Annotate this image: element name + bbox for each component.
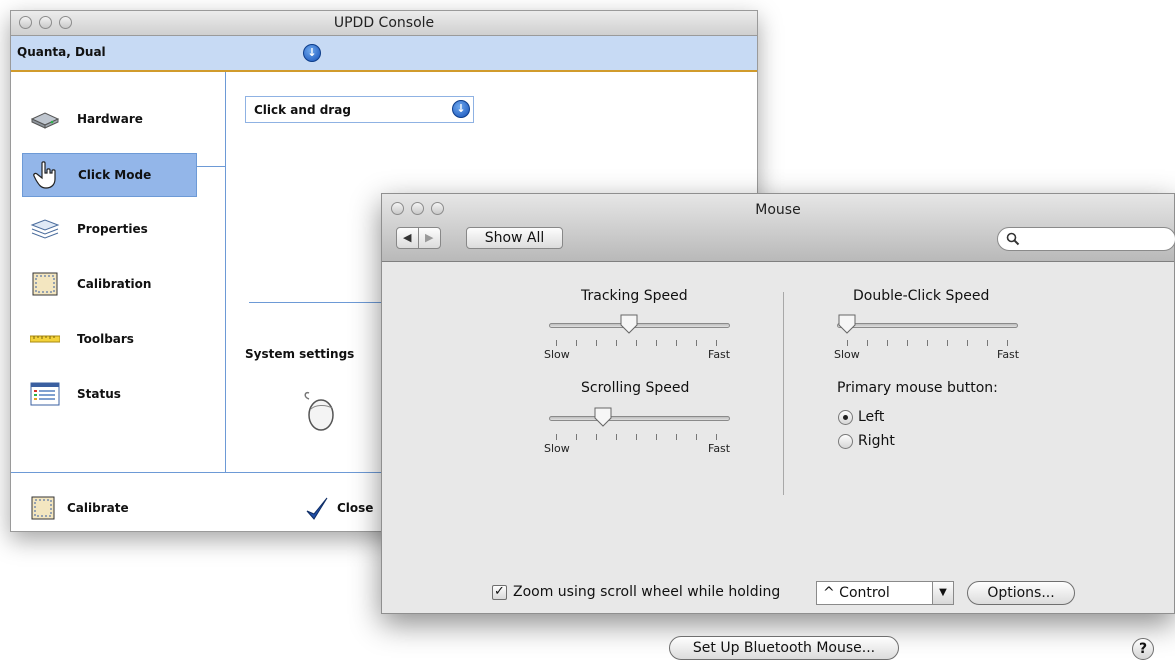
- tracking-ticks: [556, 340, 717, 348]
- scrolling-speed-thumb[interactable]: [594, 407, 612, 427]
- sidebar-item-label: Toolbars: [77, 332, 134, 346]
- sidebar-item-toolbars[interactable]: Toolbars: [22, 318, 197, 362]
- sidebar-item-calibration[interactable]: Calibration: [22, 263, 197, 307]
- system-settings-label: System settings: [245, 347, 355, 361]
- double-click-ticks: [847, 340, 1008, 348]
- double-click-speed-label: Double-Click Speed: [853, 288, 990, 304]
- column-divider: [783, 292, 784, 495]
- primary-button-label: Primary mouse button:: [837, 380, 998, 396]
- mouse-toolbar: Mouse ◀ ▶ Show All: [382, 194, 1175, 262]
- forward-arrow-icon: ▶: [425, 231, 434, 244]
- radio-left-label[interactable]: Left: [858, 409, 884, 425]
- mouse-settings-panel: Tracking Speed Slow Fast Scrolling Speed…: [382, 262, 1174, 660]
- updd-titlebar: UPDD Console: [11, 11, 757, 36]
- search-icon: [1006, 232, 1020, 246]
- mouse-icon[interactable]: [299, 389, 339, 433]
- zoom-modifier-select[interactable]: ^ Control ▼: [816, 581, 954, 605]
- sidebar-item-label: Calibration: [77, 277, 152, 291]
- radio-left[interactable]: [838, 410, 853, 425]
- help-button[interactable]: ?: [1132, 638, 1154, 660]
- click-mode-dropdown[interactable]: Click and drag ↓: [245, 96, 474, 123]
- tracking-fast-label: Fast: [708, 348, 731, 361]
- close-button[interactable]: Close: [305, 496, 385, 522]
- sidebar-item-status[interactable]: Status: [22, 373, 197, 417]
- window-title: Mouse: [755, 202, 801, 218]
- scrolling-speed-label: Scrolling Speed: [581, 380, 690, 396]
- ruler-icon: [30, 335, 60, 343]
- window-title: UPDD Console: [333, 15, 435, 31]
- double-click-fast-label: Fast: [997, 348, 1020, 361]
- tracking-speed-label: Tracking Speed: [581, 288, 688, 304]
- scrolling-speed-slider[interactable]: [549, 416, 730, 421]
- show-all-button[interactable]: Show All: [466, 227, 563, 249]
- selection-connector: [197, 166, 226, 167]
- calibrate-label: Calibrate: [67, 501, 129, 515]
- updd-sidebar: Hardware Click Mode Properties Calibrati…: [11, 72, 226, 472]
- zoom-modifier-value: ^ Control: [823, 585, 890, 601]
- back-button[interactable]: ◀: [396, 227, 419, 249]
- sidebar-item-hardware[interactable]: Hardware: [22, 98, 197, 142]
- set-up-bluetooth-mouse-button[interactable]: Set Up Bluetooth Mouse...: [669, 636, 899, 660]
- device-name: Quanta, Dual: [17, 45, 106, 59]
- scrolling-ticks: [556, 434, 717, 442]
- close-label: Close: [337, 501, 374, 515]
- sidebar-item-click-mode[interactable]: Click Mode: [22, 153, 197, 197]
- tracking-speed-slider[interactable]: [549, 323, 730, 328]
- mouse-preferences-window: Mouse ◀ ▶ Show All Tracking Speed Slow F…: [381, 193, 1175, 660]
- sidebar-item-properties[interactable]: Properties: [22, 208, 197, 252]
- back-arrow-icon: ◀: [403, 231, 412, 244]
- chevron-down-icon[interactable]: ↓: [303, 44, 321, 62]
- double-click-slow-label: Slow: [834, 348, 860, 361]
- zoom-label: Zoom using scroll wheel while holding: [513, 584, 781, 600]
- sidebar-item-label: Hardware: [77, 112, 143, 126]
- device-selector[interactable]: Quanta, Dual ↓: [11, 36, 757, 72]
- double-click-speed-thumb[interactable]: [838, 314, 856, 334]
- sidebar-item-label: Click Mode: [78, 168, 152, 182]
- divider: [249, 302, 389, 303]
- status-list-icon: [30, 382, 60, 406]
- hand-pointer-icon: [33, 161, 56, 189]
- calibration-icon: [32, 272, 58, 296]
- click-mode-value: Click and drag: [254, 103, 351, 117]
- hardware-icon: [30, 112, 60, 129]
- chevron-down-icon: ▼: [932, 582, 953, 604]
- tracking-slow-label: Slow: [544, 348, 570, 361]
- calibrate-button[interactable]: Calibrate: [31, 496, 151, 522]
- sidebar-item-label: Status: [77, 387, 121, 401]
- sidebar-item-label: Properties: [77, 222, 148, 236]
- options-button[interactable]: Options...: [967, 581, 1075, 605]
- double-click-speed-slider[interactable]: [837, 323, 1018, 328]
- calibration-icon: [31, 496, 55, 520]
- zoom-checkbox[interactable]: ✓: [492, 585, 507, 600]
- chevron-down-icon[interactable]: ↓: [452, 100, 470, 118]
- tracking-speed-thumb[interactable]: [620, 314, 638, 334]
- scrolling-fast-label: Fast: [708, 442, 731, 455]
- search-input[interactable]: [1022, 230, 1166, 250]
- layers-icon: [30, 219, 60, 239]
- radio-right-label[interactable]: Right: [858, 433, 895, 449]
- checkmark-icon: [306, 497, 328, 520]
- scrolling-slow-label: Slow: [544, 442, 570, 455]
- search-field[interactable]: [997, 227, 1175, 251]
- forward-button[interactable]: ▶: [418, 227, 441, 249]
- radio-right[interactable]: [838, 434, 853, 449]
